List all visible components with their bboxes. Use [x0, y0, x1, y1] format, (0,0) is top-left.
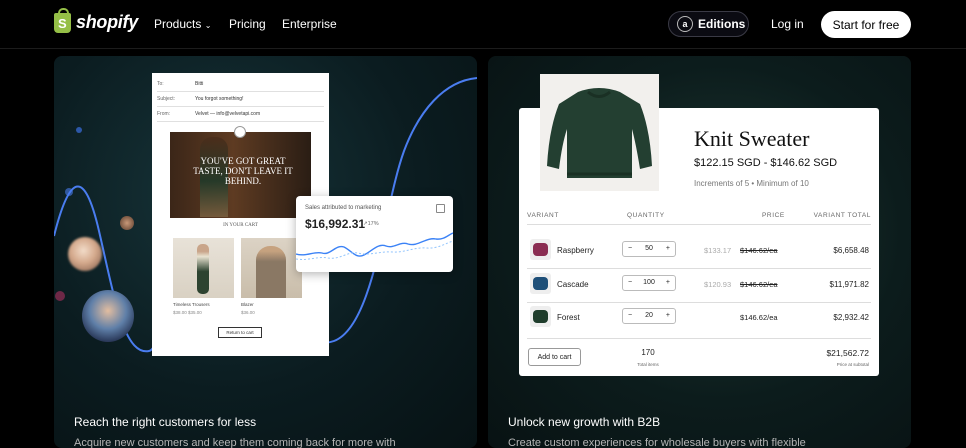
login-link[interactable]: Log in — [771, 17, 804, 31]
avatar — [68, 237, 102, 271]
product-name: Blazer — [241, 302, 254, 307]
expand-icon[interactable] — [436, 204, 445, 213]
table-row: Forest − 20 + $146.62/ea $2,932.42 — [527, 303, 871, 331]
nav-enterprise[interactable]: Enterprise — [282, 17, 337, 31]
sales-change: ↗17% — [363, 221, 379, 227]
panel-subtitle: Create custom experiences for wholesale … — [508, 437, 806, 448]
chevron-down-icon: ⌄ — [204, 21, 212, 30]
email-to-value: Bitti — [195, 81, 204, 87]
unit-price: $146.62/ea — [740, 313, 778, 322]
product-price: $36.00 — [241, 310, 255, 315]
plus-icon[interactable]: + — [666, 279, 670, 286]
variant-name: Cascade — [557, 280, 589, 289]
return-to-cart-button[interactable]: Return to cart — [218, 327, 262, 338]
product-price-range: $122.15 SGD - $146.62 SGD — [694, 157, 838, 169]
sales-attribution-card: Sales attributed to marketing $16,992.31… — [296, 196, 453, 272]
product-title: Knit Sweater — [694, 126, 810, 151]
discount-price: $120.93 — [704, 280, 732, 289]
add-to-cart-button[interactable]: Add to cart — [528, 348, 581, 366]
editions-icon: a — [677, 16, 693, 32]
email-hero-image: YOU'VE GOT GREAT TASTE, DON'T LEAVE IT B… — [170, 126, 311, 218]
panel-title: Unlock new growth with B2B — [508, 415, 661, 429]
hero-badge-icon — [234, 126, 246, 138]
panel-subtitle: Acquire new customers and keep them comi… — [74, 437, 396, 448]
variant-total: $11,971.82 — [829, 280, 869, 289]
table-row: Raspberry − 50 + $133.17 $146.62/ea $6,6… — [527, 236, 871, 264]
product-image — [241, 238, 302, 298]
email-subject-label: Subject: — [157, 96, 176, 102]
sales-sparkline — [296, 232, 453, 260]
product-price: $38.00 $35.00 — [173, 310, 202, 315]
start-for-free-button[interactable]: Start for free — [821, 11, 911, 38]
nav-products[interactable]: Products ⌄ — [154, 17, 211, 31]
quantity-stepper[interactable]: − 50 + — [622, 241, 676, 257]
email-hero-text: YOU'VE GOT GREAT TASTE, DON'T LEAVE IT B… — [193, 156, 293, 186]
nav-pricing[interactable]: Pricing — [229, 17, 266, 31]
variant-swatch — [530, 273, 551, 294]
variant-total: $2,932.42 — [833, 313, 869, 322]
subtotal-label: Price at subtotal — [836, 362, 869, 367]
brand-name: shopify — [76, 12, 138, 32]
email-from-value: Velvet — info@velvetapi.com — [195, 111, 261, 117]
quantity-stepper[interactable]: − 20 + — [622, 308, 676, 324]
total-quantity-label: Total items — [637, 362, 659, 367]
plus-icon[interactable]: + — [666, 245, 670, 252]
sweater-image — [547, 88, 652, 178]
top-navigation: S shopify Products ⌄ Pricing Enterprise … — [0, 0, 966, 49]
product-image — [540, 74, 659, 191]
table-row: Cascade − 100 + $120.93 $146.62/ea $11,9… — [527, 270, 871, 298]
shopping-bag-icon: S — [54, 7, 71, 33]
email-to-label: To: — [157, 81, 164, 87]
avatar — [82, 290, 134, 342]
total-quantity: 170 — [641, 348, 655, 357]
panel-title: Reach the right customers for less — [74, 415, 257, 429]
reach-customers-panel[interactable]: To: Bitti Subject: You forgot something!… — [54, 56, 477, 448]
column-header: VARIANT TOTAL — [813, 212, 871, 219]
column-header: PRICE — [762, 212, 785, 219]
variant-swatch — [530, 239, 551, 260]
quantity-stepper[interactable]: − 100 + — [622, 275, 676, 291]
shopify-logo[interactable]: S shopify — [54, 7, 138, 33]
b2b-panel[interactable]: Knit Sweater $122.15 SGD - $146.62 SGD I… — [488, 56, 911, 448]
editions-label: Editions — [698, 17, 746, 31]
avatar — [120, 216, 134, 230]
variant-name: Forest — [557, 313, 580, 322]
editions-button[interactable]: a Editions — [668, 11, 749, 37]
variant-name: Raspberry — [557, 246, 594, 255]
variant-swatch — [530, 306, 551, 327]
plus-icon[interactable]: + — [666, 312, 670, 319]
original-price: $146.62/ea — [740, 246, 778, 255]
product-increments: Increments of 5 • Minimum of 10 — [694, 179, 809, 188]
subtotal: $21,562.72 — [826, 348, 869, 358]
discount-price: $133.17 — [704, 246, 732, 255]
sales-label: Sales attributed to marketing — [305, 205, 382, 211]
column-header: VARIANT — [527, 212, 559, 219]
column-header: QUANTITY — [627, 212, 665, 219]
product-name: Timeless Trousers — [173, 302, 210, 307]
variant-total: $6,658.48 — [833, 246, 869, 255]
original-price: $146.62/ea — [740, 280, 778, 289]
email-from-label: From: — [157, 111, 171, 117]
email-subject-value: You forgot something! — [195, 96, 244, 102]
product-image — [173, 238, 234, 298]
